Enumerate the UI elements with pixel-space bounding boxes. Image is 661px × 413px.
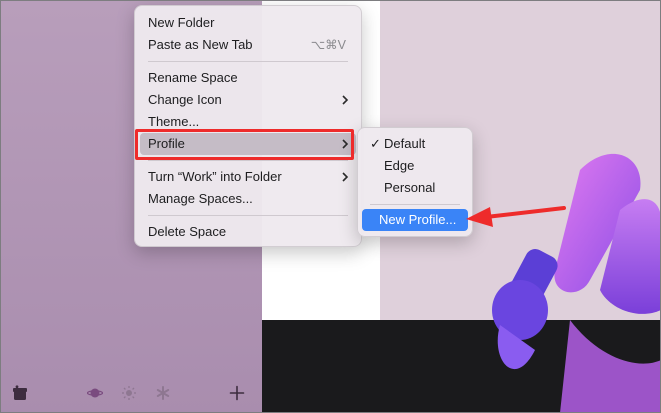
menu-item-turn-into-folder[interactable]: Turn “Work” into Folder bbox=[140, 166, 356, 188]
menu-item-label: Theme... bbox=[148, 114, 200, 129]
submenu-item-new-profile[interactable]: New Profile... bbox=[362, 209, 468, 231]
submenu-item-label: Edge bbox=[384, 158, 415, 173]
keyboard-shortcut: ⌥⌘V bbox=[310, 38, 346, 52]
menu-separator bbox=[370, 204, 460, 205]
submenu-item-personal[interactable]: Personal bbox=[363, 177, 467, 199]
menu-separator bbox=[148, 160, 348, 161]
menu-item-label: New Folder bbox=[148, 15, 215, 30]
menu-item-label: Change Icon bbox=[148, 92, 222, 107]
menu-separator bbox=[148, 61, 348, 62]
menu-item-label: Paste as New Tab bbox=[148, 37, 253, 52]
app-window: New Folder Paste as New Tab ⌥⌘V Rename S… bbox=[0, 0, 661, 413]
menu-item-rename-space[interactable]: Rename Space bbox=[140, 67, 356, 89]
paintbrush-illustration bbox=[492, 153, 661, 413]
chevron-right-icon bbox=[342, 95, 349, 105]
submenu-item-label: Default bbox=[384, 136, 426, 151]
submenu-item-label: Personal bbox=[384, 180, 436, 195]
submenu-item-default[interactable]: ✓ Default bbox=[363, 133, 467, 155]
menu-item-label: Delete Space bbox=[148, 224, 227, 239]
menu-item-label: Rename Space bbox=[148, 70, 238, 85]
chevron-right-icon bbox=[342, 172, 349, 182]
profile-submenu: ✓ Default Edge Personal New Profile... bbox=[357, 127, 473, 237]
menu-item-delete-space[interactable]: Delete Space bbox=[140, 221, 356, 243]
submenu-item-label: New Profile... bbox=[379, 212, 457, 227]
asterisk-icon[interactable] bbox=[154, 384, 172, 402]
submenu-item-edge[interactable]: Edge bbox=[363, 155, 467, 177]
plus-icon[interactable] bbox=[228, 384, 246, 402]
sun-icon[interactable] bbox=[120, 384, 138, 402]
callout-highlight-box bbox=[135, 129, 354, 160]
menu-item-label: Manage Spaces... bbox=[148, 191, 253, 206]
archive-icon[interactable] bbox=[11, 384, 29, 402]
planet-icon[interactable] bbox=[86, 384, 104, 402]
menu-item-new-folder[interactable]: New Folder bbox=[140, 12, 356, 34]
menu-item-manage-spaces[interactable]: Manage Spaces... bbox=[140, 188, 356, 210]
menu-separator bbox=[148, 215, 348, 216]
menu-item-label: Turn “Work” into Folder bbox=[148, 169, 282, 184]
checkmark-icon: ✓ bbox=[370, 136, 381, 151]
menu-item-paste-as-new-tab[interactable]: Paste as New Tab ⌥⌘V bbox=[140, 34, 356, 56]
space-context-menu: New Folder Paste as New Tab ⌥⌘V Rename S… bbox=[134, 5, 362, 247]
callout-arrow-icon bbox=[466, 206, 566, 227]
menu-item-change-icon[interactable]: Change Icon bbox=[140, 89, 356, 111]
